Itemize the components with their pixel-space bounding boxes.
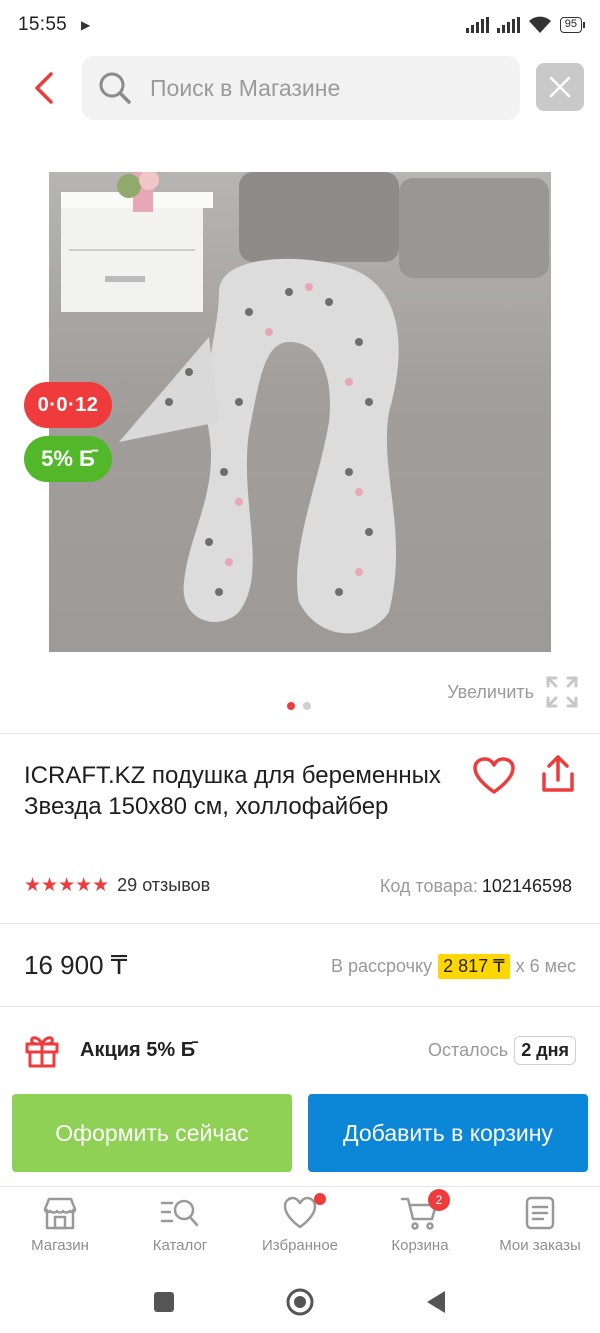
sku-label: Код товара: bbox=[379, 876, 478, 896]
nav-label: Магазин bbox=[31, 1237, 89, 1254]
notification-dot bbox=[314, 1193, 326, 1205]
status-time: 15:55 bbox=[18, 14, 68, 35]
zoom-label: Увеличить bbox=[447, 681, 534, 702]
gift-icon bbox=[25, 1036, 59, 1068]
status-indicators: 95 bbox=[465, 16, 586, 34]
heart-icon bbox=[473, 757, 515, 794]
nav-label: Избранное bbox=[261, 1237, 339, 1254]
remain-value: 2 дня bbox=[514, 1035, 576, 1065]
system-nav bbox=[0, 1270, 600, 1333]
back-button[interactable] bbox=[24, 66, 64, 110]
signal-icon-2 bbox=[496, 17, 520, 33]
rating-row[interactable]: ★★★★★ 29 отзывов bbox=[24, 874, 210, 897]
back-icon[interactable] bbox=[425, 1290, 447, 1314]
back-arrow-icon bbox=[35, 72, 53, 104]
store-icon bbox=[43, 1197, 77, 1230]
divider bbox=[0, 923, 600, 924]
pagination-dot-active[interactable] bbox=[287, 702, 295, 710]
nav-item-catalog[interactable]: Каталог bbox=[120, 1187, 240, 1270]
divider bbox=[0, 1006, 600, 1007]
search-placeholder: Поиск в Магазине bbox=[150, 74, 341, 101]
promo-remaining: Осталось 2 дня bbox=[428, 1035, 576, 1065]
remain-label: Осталось bbox=[428, 1039, 509, 1060]
nav-item-favorites[interactable]: Избранное bbox=[240, 1187, 360, 1270]
catalog-search-icon bbox=[160, 1199, 199, 1227]
zoom-button[interactable]: Увеличить bbox=[447, 676, 578, 708]
price: 16 900 ₸ bbox=[24, 950, 128, 980]
installment-amount: 2 817 ₸ bbox=[438, 954, 510, 979]
rating-stars-icon: ★★★★★ bbox=[24, 875, 110, 896]
nav-label: Каталог bbox=[152, 1237, 208, 1254]
nav-item-orders[interactable]: Мои заказы bbox=[480, 1187, 600, 1270]
nav-item-store[interactable]: Магазин bbox=[0, 1187, 120, 1270]
sku: Код товара: 102146598 bbox=[380, 876, 572, 897]
clear-search-button[interactable] bbox=[536, 63, 584, 111]
status-bar: 15:55 ▶ 95 bbox=[0, 0, 600, 50]
expand-icon bbox=[546, 676, 578, 708]
add-to-cart-button[interactable]: Добавить в корзину bbox=[308, 1094, 588, 1172]
installment-prefix: В рассрочку bbox=[330, 956, 433, 976]
sku-value: 102146598 bbox=[481, 876, 572, 896]
header: Поиск в Магазине bbox=[0, 56, 600, 120]
reviews-link[interactable]: 29 отзывов bbox=[117, 875, 210, 896]
battery-icon: 95 bbox=[559, 17, 586, 33]
play-store-icon: ▶ bbox=[81, 18, 91, 32]
installment-info[interactable]: В рассрочку 2 817 ₸ х 6 мес bbox=[331, 954, 576, 979]
cart-badge: 2 bbox=[428, 1189, 450, 1211]
orders-icon bbox=[525, 1196, 555, 1230]
search-icon bbox=[99, 72, 131, 104]
heart-icon bbox=[283, 1196, 317, 1229]
nav-label: Мои заказы bbox=[499, 1237, 581, 1254]
product-image[interactable] bbox=[49, 172, 551, 652]
gallery-pagination bbox=[287, 702, 311, 710]
divider bbox=[0, 733, 600, 734]
nav-label: Корзина bbox=[391, 1237, 449, 1254]
bonus-badge: 5% Б̄ bbox=[24, 436, 112, 482]
favorite-button[interactable] bbox=[472, 756, 516, 796]
promo-row[interactable]: Акция 5% Б̄ Осталось 2 дня bbox=[24, 1030, 576, 1070]
timer-badge: 0·0·12 bbox=[24, 382, 112, 428]
home-icon[interactable] bbox=[285, 1287, 315, 1317]
bottom-nav: Магазин Каталог Избранное 2 Корзина Мои … bbox=[0, 1186, 600, 1270]
product-photo bbox=[61, 172, 549, 634]
search-input[interactable]: Поиск в Магазине bbox=[82, 56, 520, 120]
nav-item-cart[interactable]: 2 Корзина bbox=[360, 1187, 480, 1270]
share-icon bbox=[542, 755, 574, 792]
signal-icon bbox=[465, 17, 489, 33]
buy-now-button[interactable]: Оформить сейчас bbox=[12, 1094, 292, 1172]
pagination-dot[interactable] bbox=[303, 702, 311, 710]
wifi-icon bbox=[528, 16, 551, 33]
recent-apps-icon[interactable] bbox=[153, 1291, 175, 1313]
close-icon bbox=[549, 76, 571, 98]
share-button[interactable] bbox=[538, 754, 578, 796]
product-title: ICRAFT.KZ подушка для беременных Звезда … bbox=[24, 762, 441, 820]
installment-suffix: х 6 мес bbox=[515, 956, 576, 976]
promo-label: Акция 5% Б̄ bbox=[80, 1038, 196, 1061]
